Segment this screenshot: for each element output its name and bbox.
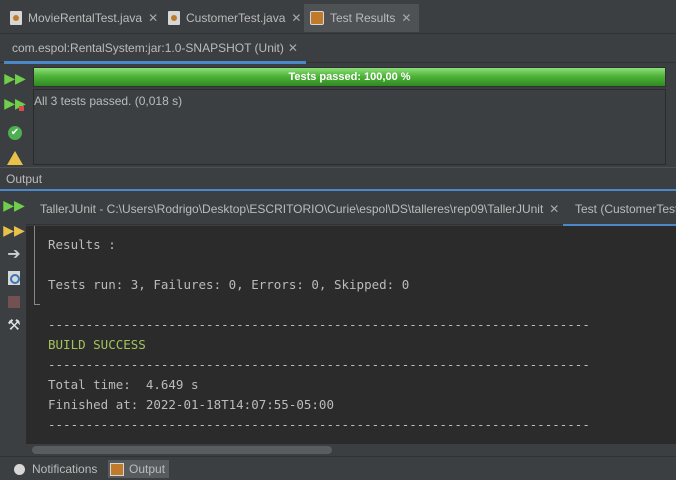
output-button[interactable]: Output xyxy=(108,460,170,478)
warning-icon[interactable] xyxy=(5,148,25,168)
test-action-icon[interactable] xyxy=(4,268,24,288)
console-line: Total time: 4.649 s xyxy=(48,377,199,392)
tab-label: TallerJUnit - C:\Users\Rodrigo\Desktop\E… xyxy=(40,201,544,216)
tab-label: CustomerTest.java xyxy=(186,11,286,25)
output-window-icon xyxy=(110,462,124,476)
output-panel-title: Output xyxy=(6,172,43,186)
tab-customertest[interactable]: CustomerTest.java ✕ xyxy=(162,4,307,32)
settings-wrench-icon[interactable]: ⚒ xyxy=(4,315,24,335)
tab-test-results[interactable]: Test Results ✕ xyxy=(304,4,420,32)
tab-label: MovieRentalTest.java xyxy=(28,11,143,25)
progress-label: Tests passed: 100,00 % xyxy=(288,71,411,83)
rerun-icon[interactable]: ▶▶ xyxy=(3,195,25,215)
editor-tab-bar: MovieRentalTest.java ✕ CustomerTest.java… xyxy=(0,0,676,34)
java-test-file-icon xyxy=(10,11,22,25)
notifications-label: Notifications xyxy=(32,462,98,476)
close-icon[interactable]: ✕ xyxy=(148,11,158,25)
notifications-icon xyxy=(14,463,25,475)
test-results-panel: All 3 tests passed. (0,018 s) xyxy=(33,89,666,165)
rerun-icon[interactable]: ▶▶ xyxy=(4,68,26,88)
fold-guide xyxy=(34,226,35,305)
tab-label: Test Results xyxy=(330,11,396,25)
tab-label: Test (CustomerTest xyxy=(575,201,676,216)
tab-label: com.espol:RentalSystem:jar:1.0-SNAPSHOT … xyxy=(12,41,284,55)
scrollbar-thumb[interactable] xyxy=(32,446,332,454)
console-line: ----------------------------------------… xyxy=(48,357,590,372)
console-line: Results : xyxy=(48,237,116,252)
notifications-button[interactable]: Notifications xyxy=(14,460,97,478)
console-line: Finished at: 2022-01-18T14:07:55-05:00 xyxy=(48,397,334,412)
test-progress-bar: Tests passed: 100,00 % xyxy=(33,67,666,87)
console-line: ----------------------------------------… xyxy=(48,417,590,432)
stop-icon[interactable] xyxy=(4,292,24,312)
tab-taller-junit[interactable]: TallerJUnit - C:\Users\Rodrigo\Desktop\E… xyxy=(40,193,559,224)
tab-test-customertest[interactable]: Test (CustomerTest xyxy=(563,193,676,227)
output-label: Output xyxy=(129,462,166,476)
rerun-with-params-icon[interactable]: ▶▶ xyxy=(3,220,25,240)
close-icon[interactable]: ✕ xyxy=(549,202,559,216)
rerun-failed-icon[interactable]: ▶▶ xyxy=(4,93,26,113)
close-icon[interactable]: ✕ xyxy=(291,11,301,25)
tab-movierentaltest[interactable]: MovieRentalTest.java ✕ xyxy=(4,4,164,32)
console-output[interactable]: Results : Tests run: 3, Failures: 0, Err… xyxy=(26,226,676,444)
horizontal-scrollbar[interactable] xyxy=(26,444,676,456)
tab-test-session[interactable]: com.espol:RentalSystem:jar:1.0-SNAPSHOT … xyxy=(4,35,306,64)
show-passed-icon[interactable]: ✔ xyxy=(5,123,25,143)
status-bar: Notifications Output xyxy=(0,456,676,480)
close-icon[interactable]: ✕ xyxy=(288,41,298,55)
test-results-icon xyxy=(310,11,324,25)
output-tab-bar: TallerJUnit - C:\Users\Rodrigo\Desktop\E… xyxy=(26,193,676,227)
test-summary: All 3 tests passed. (0,018 s) xyxy=(34,94,183,108)
test-runner-tab-bar: com.espol:RentalSystem:jar:1.0-SNAPSHOT … xyxy=(0,35,676,64)
step-arrow-icon[interactable]: ➔ xyxy=(4,244,24,264)
close-icon[interactable]: ✕ xyxy=(401,11,411,25)
output-panel-header: Output xyxy=(0,167,676,191)
console-line: Tests run: 3, Failures: 0, Errors: 0, Sk… xyxy=(48,277,410,292)
java-test-file-icon xyxy=(168,11,180,25)
fold-guide-end xyxy=(34,304,40,305)
console-line: ----------------------------------------… xyxy=(48,317,590,332)
build-success-line: BUILD SUCCESS xyxy=(48,337,146,352)
